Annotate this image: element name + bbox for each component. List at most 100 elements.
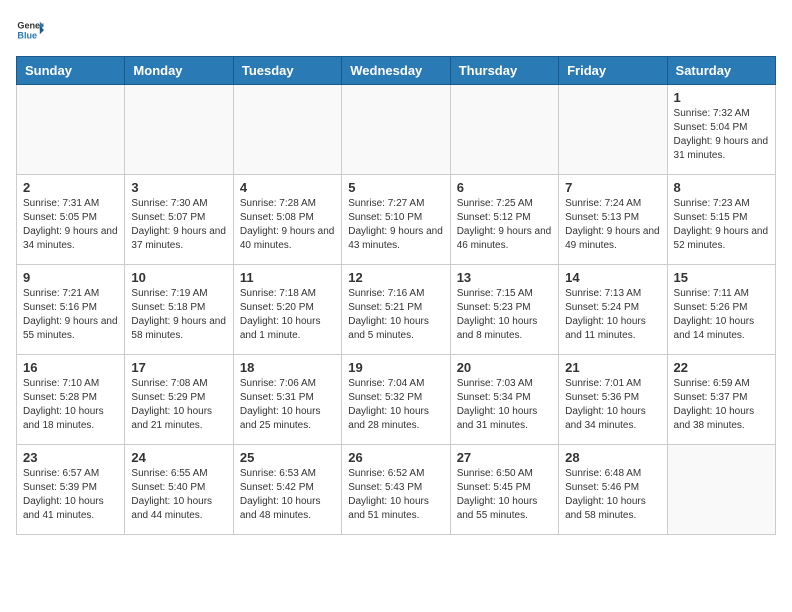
- calendar-cell: 12 Sunrise: 7:16 AM Sunset: 5:21 PM Dayli…: [342, 265, 450, 355]
- day-info: Sunrise: 7:30 AM Sunset: 5:07 PM Dayligh…: [131, 197, 226, 253]
- day-number: 27: [457, 450, 552, 465]
- calendar-cell: [450, 85, 558, 175]
- day-info: Sunrise: 7:13 AM Sunset: 5:24 PM Dayligh…: [565, 287, 660, 343]
- calendar-cell: [342, 85, 450, 175]
- day-info: Sunrise: 6:57 AM Sunset: 5:39 PM Dayligh…: [23, 467, 118, 523]
- day-number: 24: [131, 450, 226, 465]
- day-info: Sunrise: 7:32 AM Sunset: 5:04 PM Dayligh…: [674, 107, 769, 163]
- day-number: 18: [240, 360, 335, 375]
- calendar-cell: 6 Sunrise: 7:25 AM Sunset: 5:12 PM Daylig…: [450, 175, 558, 265]
- calendar-cell: 2 Sunrise: 7:31 AM Sunset: 5:05 PM Daylig…: [17, 175, 125, 265]
- day-info: Sunrise: 7:01 AM Sunset: 5:36 PM Dayligh…: [565, 377, 660, 433]
- day-number: 23: [23, 450, 118, 465]
- calendar-cell: 24Sunrise: 6:55 AM Sunset: 5:40 PM Dayli…: [125, 445, 233, 535]
- calendar-cell: 4Sunrise: 7:28 AM Sunset: 5:08 PM Daylig…: [233, 175, 341, 265]
- calendar-cell: [233, 85, 341, 175]
- calendar-cell: [667, 445, 775, 535]
- calendar-cell: 8 Sunrise: 7:23 AM Sunset: 5:15 PM Daylig…: [667, 175, 775, 265]
- day-number: 17: [131, 360, 226, 375]
- svg-text:Blue: Blue: [17, 30, 37, 40]
- day-info: Sunrise: 7:10 AM Sunset: 5:28 PM Dayligh…: [23, 377, 118, 433]
- day-number: 5: [348, 180, 443, 195]
- day-info: Sunrise: 7:23 AM Sunset: 5:15 PM Dayligh…: [674, 197, 769, 253]
- day-info: Sunrise: 7:31 AM Sunset: 5:05 PM Dayligh…: [23, 197, 118, 253]
- weekday-header-wednesday: Wednesday: [342, 57, 450, 85]
- day-number: 26: [348, 450, 443, 465]
- day-number: 28: [565, 450, 660, 465]
- week-row-3: 9 Sunrise: 7:21 AM Sunset: 5:16 PM Daylig…: [17, 265, 776, 355]
- day-number: 15: [674, 270, 769, 285]
- weekday-header-friday: Friday: [559, 57, 667, 85]
- calendar-cell: 20 Sunrise: 7:03 AM Sunset: 5:34 PM Dayli…: [450, 355, 558, 445]
- calendar-cell: [559, 85, 667, 175]
- calendar-cell: 26 Sunrise: 6:52 AM Sunset: 5:43 PM Dayli…: [342, 445, 450, 535]
- weekday-header-sunday: Sunday: [17, 57, 125, 85]
- day-info: Sunrise: 7:24 AM Sunset: 5:13 PM Dayligh…: [565, 197, 660, 253]
- day-info: Sunrise: 6:52 AM Sunset: 5:43 PM Dayligh…: [348, 467, 443, 523]
- day-info: Sunrise: 6:59 AM Sunset: 5:37 PM Dayligh…: [674, 377, 769, 433]
- calendar-cell: 10 Sunrise: 7:19 AM Sunset: 5:18 PM Dayli…: [125, 265, 233, 355]
- calendar-cell: 17 Sunrise: 7:08 AM Sunset: 5:29 PM Dayli…: [125, 355, 233, 445]
- day-number: 21: [565, 360, 660, 375]
- calendar-cell: 18 Sunrise: 7:06 AM Sunset: 5:31 PM Dayli…: [233, 355, 341, 445]
- page-header: General Blue: [16, 16, 776, 44]
- day-number: 9: [23, 270, 118, 285]
- calendar-cell: 5 Sunrise: 7:27 AM Sunset: 5:10 PM Daylig…: [342, 175, 450, 265]
- day-number: 11: [240, 270, 335, 285]
- logo-icon: General Blue: [16, 16, 44, 44]
- calendar-cell: [17, 85, 125, 175]
- day-info: Sunrise: 7:11 AM Sunset: 5:26 PM Dayligh…: [674, 287, 769, 343]
- calendar-cell: 11 Sunrise: 7:18 AM Sunset: 5:20 PM Dayli…: [233, 265, 341, 355]
- day-number: 6: [457, 180, 552, 195]
- calendar-cell: [125, 85, 233, 175]
- day-number: 8: [674, 180, 769, 195]
- day-info: Sunrise: 7:06 AM Sunset: 5:31 PM Dayligh…: [240, 377, 335, 433]
- day-number: 12: [348, 270, 443, 285]
- day-info: Sunrise: 7:08 AM Sunset: 5:29 PM Dayligh…: [131, 377, 226, 433]
- calendar-cell: 28 Sunrise: 6:48 AM Sunset: 5:46 PM Dayli…: [559, 445, 667, 535]
- day-info: Sunrise: 7:27 AM Sunset: 5:10 PM Dayligh…: [348, 197, 443, 253]
- calendar-cell: 23 Sunrise: 6:57 AM Sunset: 5:39 PM Dayli…: [17, 445, 125, 535]
- day-info: Sunrise: 7:18 AM Sunset: 5:20 PM Dayligh…: [240, 287, 335, 343]
- weekday-header-saturday: Saturday: [667, 57, 775, 85]
- calendar-cell: 19 Sunrise: 7:04 AM Sunset: 5:32 PM Dayli…: [342, 355, 450, 445]
- calendar-cell: 21 Sunrise: 7:01 AM Sunset: 5:36 PM Dayli…: [559, 355, 667, 445]
- day-info: Sunrise: 7:15 AM Sunset: 5:23 PM Dayligh…: [457, 287, 552, 343]
- calendar-cell: 16 Sunrise: 7:10 AM Sunset: 5:28 PM Dayli…: [17, 355, 125, 445]
- day-number: 25: [240, 450, 335, 465]
- day-info: Sunrise: 7:25 AM Sunset: 5:12 PM Dayligh…: [457, 197, 552, 253]
- day-info: Sunrise: 7:04 AM Sunset: 5:32 PM Dayligh…: [348, 377, 443, 433]
- day-number: 19: [348, 360, 443, 375]
- calendar-cell: 7Sunrise: 7:24 AM Sunset: 5:13 PM Daylig…: [559, 175, 667, 265]
- calendar-cell: 22Sunrise: 6:59 AM Sunset: 5:37 PM Dayli…: [667, 355, 775, 445]
- weekday-header-monday: Monday: [125, 57, 233, 85]
- day-number: 20: [457, 360, 552, 375]
- day-number: 14: [565, 270, 660, 285]
- day-info: Sunrise: 6:53 AM Sunset: 5:42 PM Dayligh…: [240, 467, 335, 523]
- day-info: Sunrise: 6:50 AM Sunset: 5:45 PM Dayligh…: [457, 467, 552, 523]
- day-info: Sunrise: 7:16 AM Sunset: 5:21 PM Dayligh…: [348, 287, 443, 343]
- day-number: 2: [23, 180, 118, 195]
- day-info: Sunrise: 6:48 AM Sunset: 5:46 PM Dayligh…: [565, 467, 660, 523]
- day-number: 13: [457, 270, 552, 285]
- day-number: 16: [23, 360, 118, 375]
- logo: General Blue: [16, 16, 44, 44]
- day-info: Sunrise: 7:03 AM Sunset: 5:34 PM Dayligh…: [457, 377, 552, 433]
- day-info: Sunrise: 7:28 AM Sunset: 5:08 PM Dayligh…: [240, 197, 335, 253]
- calendar-cell: 1Sunrise: 7:32 AM Sunset: 5:04 PM Daylig…: [667, 85, 775, 175]
- week-row-2: 2 Sunrise: 7:31 AM Sunset: 5:05 PM Daylig…: [17, 175, 776, 265]
- calendar-cell: 9 Sunrise: 7:21 AM Sunset: 5:16 PM Daylig…: [17, 265, 125, 355]
- day-info: Sunrise: 7:19 AM Sunset: 5:18 PM Dayligh…: [131, 287, 226, 343]
- calendar-cell: 14 Sunrise: 7:13 AM Sunset: 5:24 PM Dayli…: [559, 265, 667, 355]
- calendar-cell: 25 Sunrise: 6:53 AM Sunset: 5:42 PM Dayli…: [233, 445, 341, 535]
- day-info: Sunrise: 7:21 AM Sunset: 5:16 PM Dayligh…: [23, 287, 118, 343]
- day-number: 3: [131, 180, 226, 195]
- calendar-cell: 3 Sunrise: 7:30 AM Sunset: 5:07 PM Daylig…: [125, 175, 233, 265]
- weekday-header-row: SundayMondayTuesdayWednesdayThursdayFrid…: [17, 57, 776, 85]
- weekday-header-tuesday: Tuesday: [233, 57, 341, 85]
- calendar-table: SundayMondayTuesdayWednesdayThursdayFrid…: [16, 56, 776, 535]
- calendar-cell: 15 Sunrise: 7:11 AM Sunset: 5:26 PM Dayli…: [667, 265, 775, 355]
- calendar-cell: 13 Sunrise: 7:15 AM Sunset: 5:23 PM Dayli…: [450, 265, 558, 355]
- day-number: 10: [131, 270, 226, 285]
- weekday-header-thursday: Thursday: [450, 57, 558, 85]
